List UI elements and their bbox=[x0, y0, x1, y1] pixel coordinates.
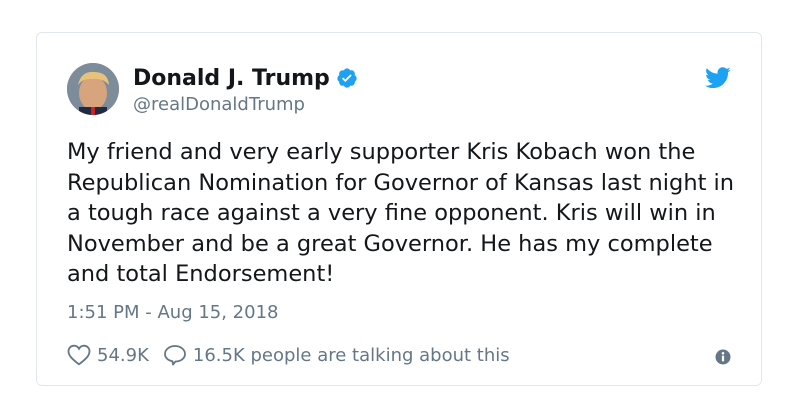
tweet-actions: 54.9K 16.5K people are talking about thi… bbox=[67, 342, 510, 368]
like-button[interactable]: 54.9K bbox=[67, 344, 149, 366]
tweet-card[interactable]: Donald J. Trump @realDonaldTrump My frie… bbox=[36, 32, 762, 386]
author-name[interactable]: Donald J. Trump bbox=[133, 66, 330, 91]
talking-count: 16.5K people are talking about this bbox=[192, 344, 510, 366]
tweet-author[interactable]: Donald J. Trump @realDonaldTrump bbox=[133, 64, 358, 115]
twitter-bird-icon[interactable] bbox=[705, 67, 731, 89]
heart-icon bbox=[67, 344, 91, 366]
info-icon[interactable] bbox=[715, 349, 731, 365]
avatar-photo bbox=[67, 63, 119, 115]
tweet-text: My friend and very early supporter Kris … bbox=[67, 139, 735, 287]
avatar[interactable] bbox=[67, 63, 119, 115]
conversation-button[interactable]: 16.5K people are talking about this bbox=[163, 344, 510, 366]
like-count: 54.9K bbox=[97, 344, 149, 366]
speech-bubble-icon bbox=[163, 345, 186, 366]
tweet-timestamp[interactable]: 1:51 PM - Aug 15, 2018 bbox=[67, 302, 279, 323]
verified-badge-icon bbox=[337, 68, 357, 88]
author-handle[interactable]: @realDonaldTrump bbox=[133, 94, 358, 115]
